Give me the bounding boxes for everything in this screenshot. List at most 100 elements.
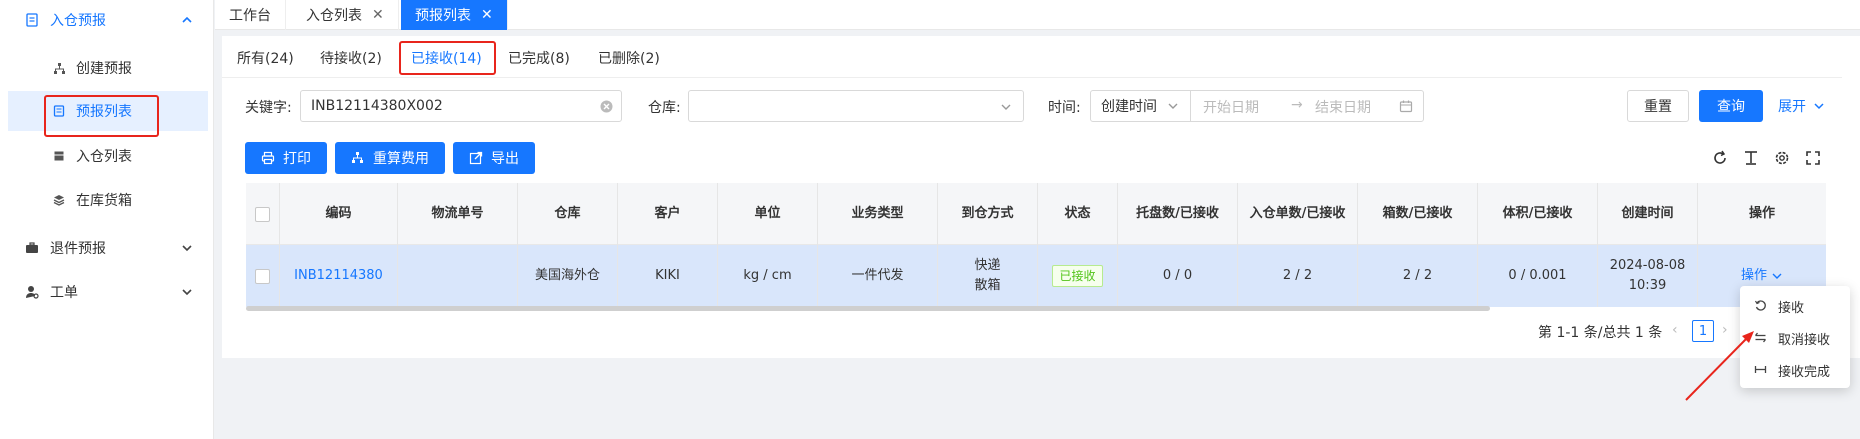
density-icon[interactable] — [1742, 149, 1760, 167]
fullscreen-icon[interactable] — [1804, 149, 1822, 167]
time-range-field: 创建时间 开始日期 → 结束日期 — [1090, 90, 1424, 122]
export-label: 导出 — [491, 151, 519, 167]
warehouse-cell: 美国海外仓 — [518, 245, 618, 307]
created-date: 2024-08-08 — [1609, 258, 1686, 273]
close-icon[interactable]: ✕ — [481, 7, 493, 23]
query-button[interactable]: 查询 — [1699, 90, 1763, 122]
time-type-select[interactable]: 创建时间 — [1091, 91, 1191, 121]
expand-link[interactable]: 展开 — [1778, 96, 1826, 116]
undo-icon — [1754, 299, 1768, 313]
code-link[interactable]: INB12114380 — [280, 245, 398, 307]
print-button[interactable]: 打印 — [245, 142, 327, 174]
customer-cell: KIKI — [618, 245, 718, 307]
export-icon — [469, 151, 483, 165]
created-clock: 10:39 — [1628, 278, 1667, 293]
header-cell: 状态 — [1038, 183, 1118, 245]
header-cell: 操作 — [1748, 206, 1775, 221]
chevron-down-icon — [180, 241, 194, 255]
sidebar-group-return-forecast[interactable]: 退件预报 — [0, 228, 214, 268]
close-icon[interactable]: ✕ — [372, 7, 384, 23]
tracking-cell — [398, 245, 518, 307]
keyword-label: 关键字: — [245, 100, 292, 116]
highlight-annotation — [44, 95, 159, 137]
sidebar-group-label: 退件预报 — [50, 241, 106, 257]
status-tab-label: 已删除(2) — [598, 51, 660, 67]
horizontal-scrollbar[interactable] — [246, 306, 1490, 311]
status-tab-completed[interactable]: 已完成(8) — [508, 42, 570, 74]
header-cell: 箱数/已接收 — [1358, 183, 1478, 245]
time-label: 时间: — [1048, 100, 1081, 116]
orders-cell: 2 / 2 — [1238, 245, 1358, 307]
sidebar-group-work-order[interactable]: 工单 — [0, 272, 214, 312]
export-button[interactable]: 导出 — [453, 142, 535, 174]
chevron-down-icon — [1166, 99, 1180, 113]
start-date-input[interactable]: 开始日期 — [1203, 97, 1259, 117]
status-tab-label: 待接收(2) — [320, 51, 382, 67]
created-time-cell: 2024-08-08 10:39 — [1598, 245, 1698, 307]
reset-button[interactable]: 重置 — [1627, 90, 1689, 122]
range-arrow: → — [1291, 97, 1303, 113]
row-select[interactable] — [246, 245, 280, 307]
tab-inbound-list[interactable]: 入仓列表 ✕ — [292, 0, 399, 30]
chevron-down-icon — [999, 100, 1013, 114]
warehouse-label: 仓库: — [648, 100, 681, 116]
sidebar-group-label: 工单 — [50, 285, 78, 301]
status-tab-all[interactable]: 所有(24) — [237, 42, 294, 74]
gear-icon[interactable] — [1773, 149, 1791, 167]
warehouse-select[interactable] — [688, 90, 1024, 122]
checkbox[interactable] — [255, 206, 270, 222]
document-icon — [24, 12, 40, 28]
layers-icon — [52, 193, 66, 207]
boxes-cell: 2 / 2 — [1358, 245, 1478, 307]
table-header: 编码 物流单号 仓库 客户 单位 业务类型 到仓方式 状态 托盘数/已接收 入仓… — [246, 183, 1826, 245]
status-tab-pending[interactable]: 待接收(2) — [320, 42, 382, 74]
pagination-summary: 第 1-1 条/总共 1 条 — [1538, 325, 1663, 341]
end-date-input[interactable]: 结束日期 — [1315, 97, 1371, 117]
prev-page-icon[interactable]: ‹ — [1672, 322, 1678, 338]
printer-icon — [261, 151, 275, 165]
header-cell: 客户 — [618, 183, 718, 245]
chevron-down-icon — [180, 285, 194, 299]
status-tab-deleted[interactable]: 已删除(2) — [598, 42, 660, 74]
time-type-value: 创建时间 — [1101, 99, 1157, 115]
chevron-down-icon — [1771, 270, 1783, 282]
sidebar-item-stock-boxes[interactable]: 在库货箱 — [8, 180, 208, 220]
tab-forecast-list[interactable]: 预报列表 ✕ — [401, 0, 508, 30]
header-cell: 单位 — [718, 183, 818, 245]
tab-label: 工作台 — [229, 8, 271, 24]
menu-item-label: 取消接收 — [1778, 332, 1831, 348]
header-cell: 体积/已接收 — [1478, 183, 1598, 245]
expand-label: 展开 — [1778, 99, 1806, 115]
status-badge: 已接收 — [1052, 265, 1103, 287]
arrival-line: 快递 — [974, 258, 1001, 273]
arrival-line: 散箱 — [974, 278, 1001, 293]
print-label: 打印 — [283, 151, 311, 167]
sidebar-item-inbound-list[interactable]: 入仓列表 — [8, 136, 208, 176]
sidebar-item-create-forecast[interactable]: 创建预报 — [8, 48, 208, 88]
status-tab-label: 已完成(8) — [508, 51, 570, 67]
briefcase-icon — [24, 240, 40, 256]
status-tab-divider — [222, 77, 1842, 78]
keyword-input[interactable]: INB12114380X002 — [300, 90, 622, 122]
header-select-all[interactable] — [246, 183, 280, 245]
calendar-icon — [1399, 99, 1413, 113]
status-cell: 已接收 — [1038, 245, 1118, 307]
header-cell: 业务类型 — [818, 183, 938, 245]
sidebar-group-inbound-forecast[interactable]: 入仓预报 — [0, 0, 214, 40]
clear-icon[interactable] — [600, 100, 613, 113]
operation-label: 操作 — [1740, 268, 1767, 283]
tab-workbench[interactable]: 工作台 — [215, 0, 286, 30]
refresh-icon[interactable] — [1711, 149, 1729, 167]
network-icon — [52, 61, 66, 75]
table-row[interactable]: INB12114380 美国海外仓 KIKI kg / cm 一件代发 快递 散… — [246, 245, 1826, 307]
tab-label: 预报列表 — [415, 8, 471, 24]
chevron-up-icon — [180, 13, 194, 27]
checkbox[interactable] — [255, 268, 270, 284]
menu-item-label: 接收完成 — [1778, 364, 1831, 380]
recalc-fee-button[interactable]: 重算费用 — [335, 142, 445, 174]
sidebar-item-label: 创建预报 — [76, 61, 132, 77]
annotation-arrow — [1685, 331, 1754, 401]
network-icon — [351, 151, 365, 165]
header-cell: 到仓方式 — [938, 183, 1038, 245]
menu-item-receive[interactable]: 接收 — [1740, 290, 1850, 322]
